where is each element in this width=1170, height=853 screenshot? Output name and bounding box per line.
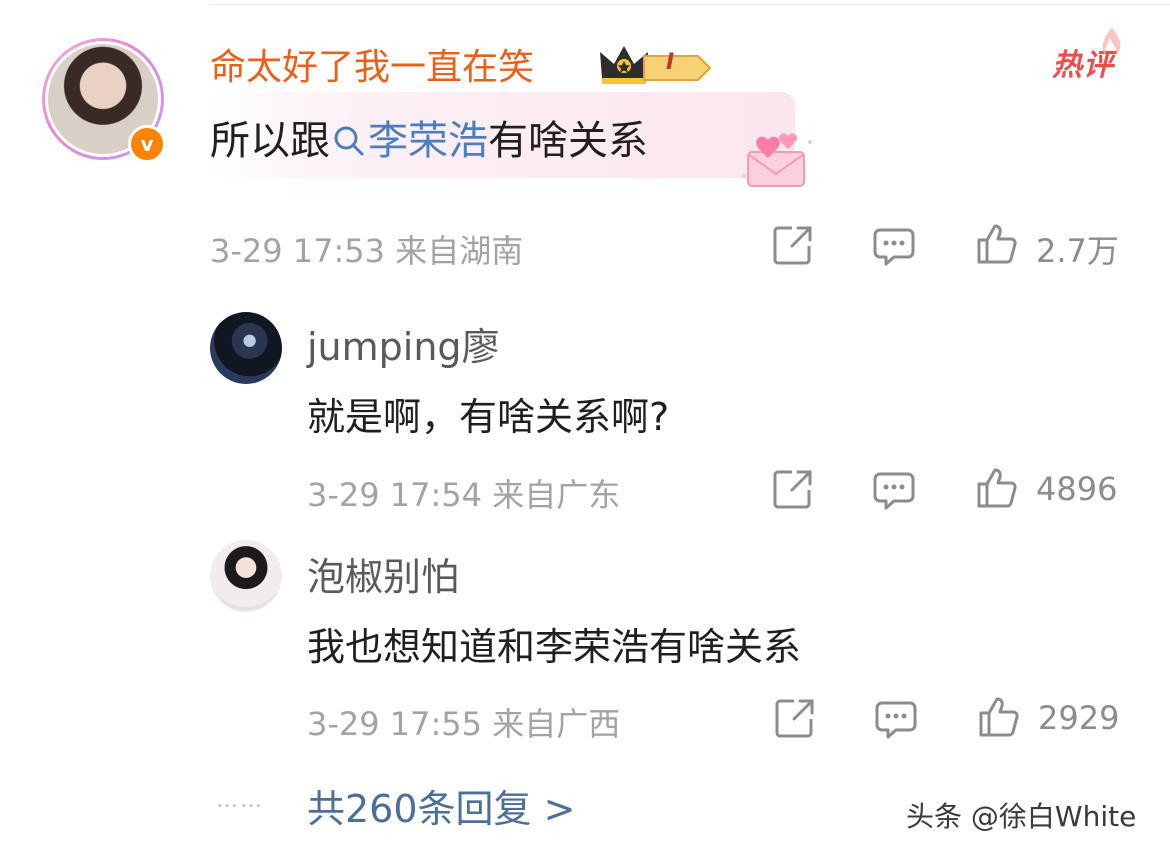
verified-icon: v: [128, 125, 166, 163]
reply-1-avatar[interactable]: [210, 312, 282, 384]
comment-icon[interactable]: [874, 697, 918, 745]
reply-2-meta: 3-29 17:55 来自广西: [307, 705, 621, 743]
main-comment-meta: 3-29 17:53 来自湖南: [210, 232, 524, 270]
reply-2-text: 我也想知道和李荣浩有啥关系: [307, 625, 802, 669]
reply-2-avatar[interactable]: [210, 540, 282, 612]
watermark: 头条 @徐白White: [906, 800, 1137, 833]
reply-2-username[interactable]: 泡椒别怕: [307, 546, 459, 601]
flame-icon: [1098, 26, 1126, 70]
more-replies-link[interactable]: 共260条回复 >: [307, 778, 575, 833]
main-comment-text: 所以跟 李荣浩有啥关系: [210, 108, 648, 168]
share-icon[interactable]: [772, 468, 814, 514]
comment-icon[interactable]: [872, 224, 916, 272]
main-comment-username[interactable]: 命太好了我一直在笑: [210, 38, 534, 90]
reply-1-likes: 4896: [1036, 470, 1118, 508]
top-divider: [210, 4, 1170, 5]
heart-envelope-icon: [738, 126, 816, 194]
search-icon: [332, 122, 366, 168]
main-comment-likes: 2.7万: [1036, 232, 1119, 270]
crown-icon: [598, 42, 714, 90]
comment-icon[interactable]: [872, 468, 916, 516]
more-dots: ……: [216, 788, 264, 813]
like-icon[interactable]: [977, 695, 1021, 743]
level-badge-text: I: [666, 50, 675, 75]
like-icon[interactable]: [975, 222, 1019, 270]
reply-1-meta: 3-29 17:54 来自广东: [307, 476, 621, 514]
share-icon[interactable]: [772, 224, 814, 270]
like-icon[interactable]: [975, 466, 1019, 514]
reply-1-username[interactable]: jumping廖: [307, 316, 500, 371]
topic-link[interactable]: 李荣浩: [368, 118, 488, 164]
share-icon[interactable]: [774, 697, 816, 743]
reply-1-text: 就是啊，有啥关系啊?: [307, 395, 670, 439]
reply-2-likes: 2929: [1038, 699, 1120, 737]
